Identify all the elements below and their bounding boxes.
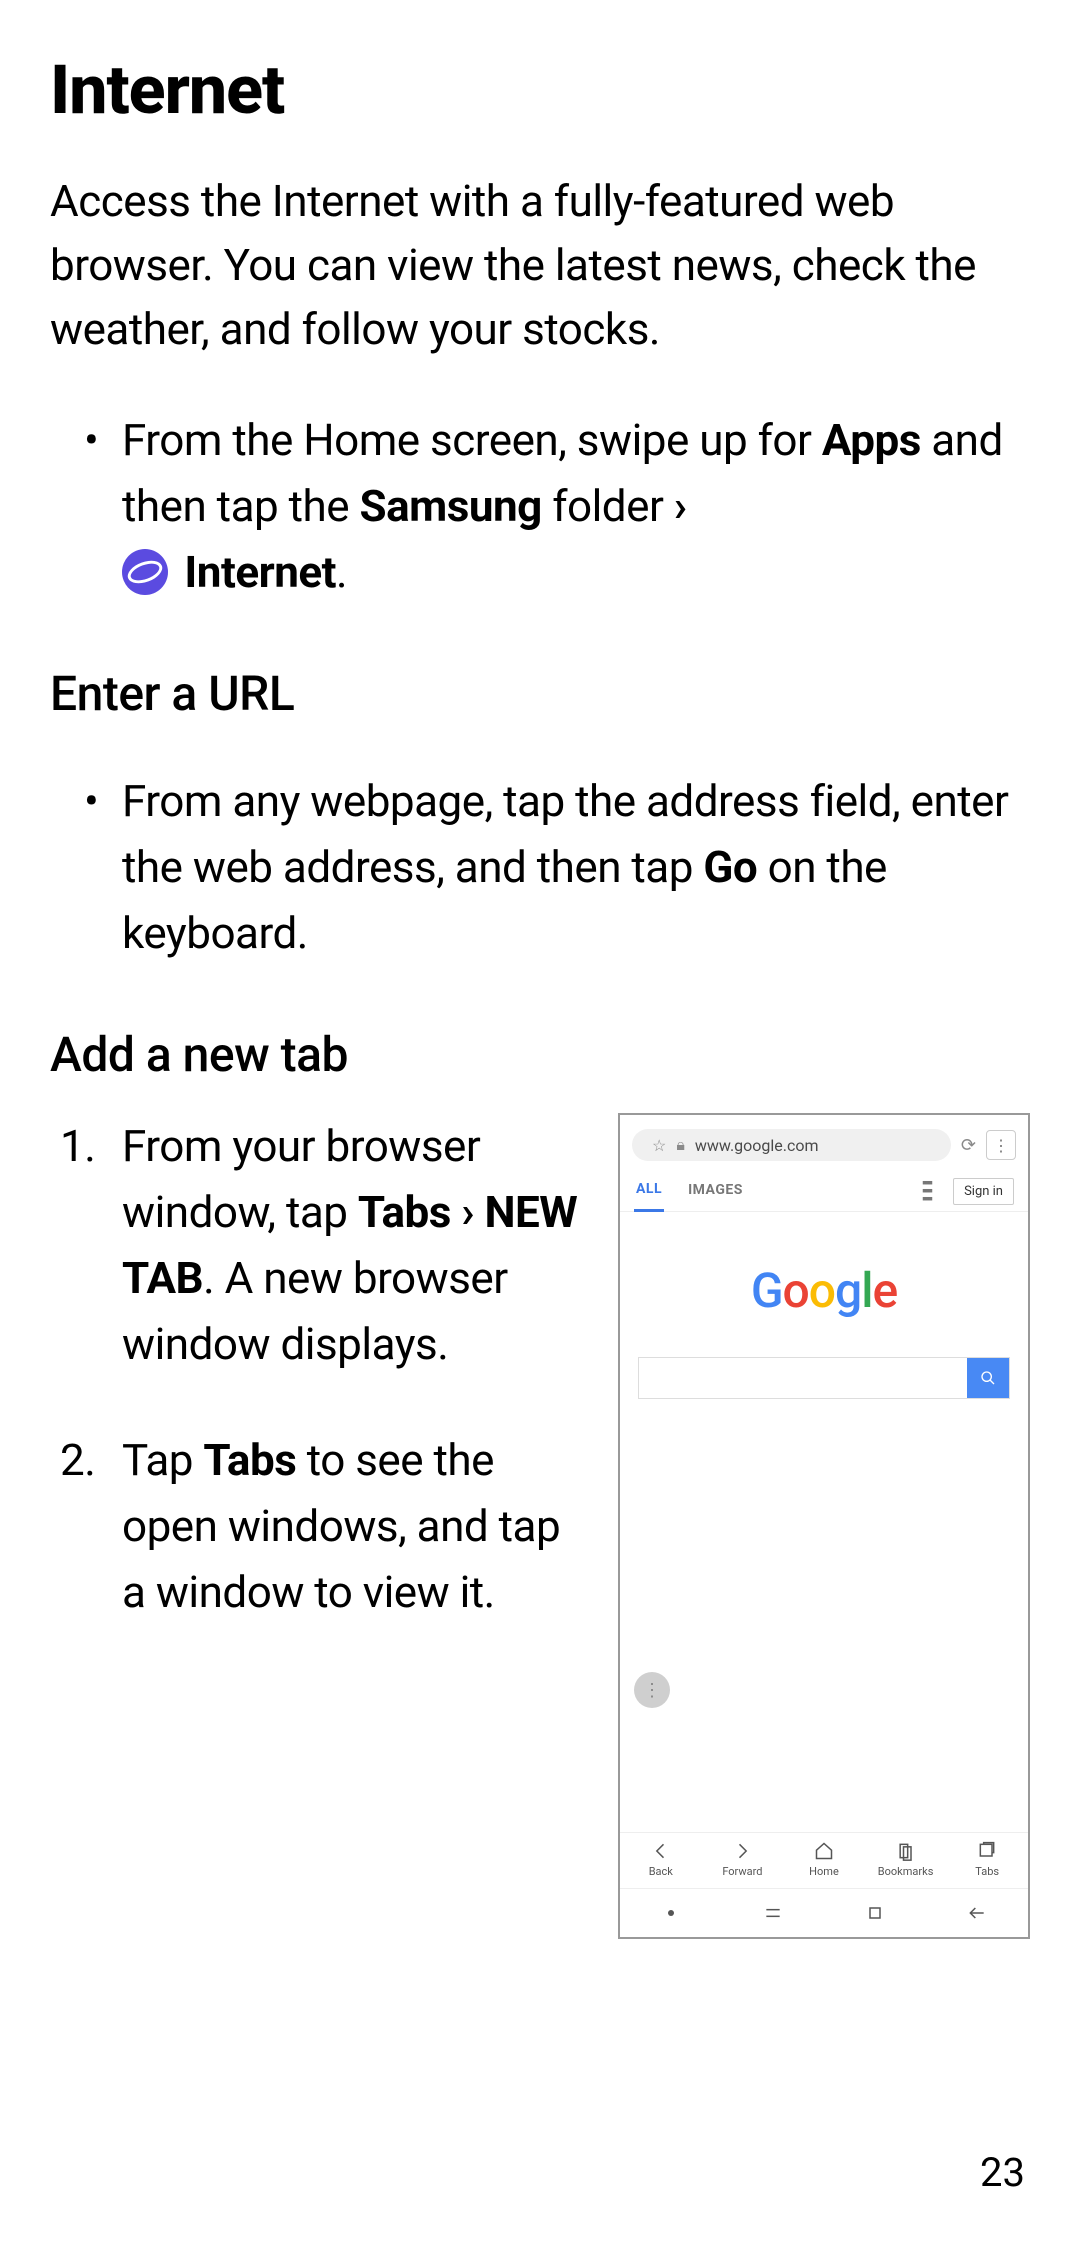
- android-nav-bar: [620, 1888, 1028, 1937]
- tab-all[interactable]: ALL: [634, 1171, 664, 1212]
- text: Tap: [122, 1434, 203, 1486]
- go-label: Go: [703, 841, 757, 893]
- recents-icon: [763, 1903, 783, 1923]
- chevron-left-icon: [651, 1841, 671, 1861]
- nav-back[interactable]: [926, 1903, 1028, 1923]
- text: From the Home screen, swipe up for: [122, 414, 822, 466]
- url-text: www.google.com: [695, 1136, 819, 1155]
- chevron-right-icon: [732, 1841, 752, 1861]
- lock-icon: 🔒︎: [676, 1135, 685, 1155]
- reload-icon[interactable]: ⟳: [961, 1135, 976, 1156]
- bookmarks-icon: [896, 1841, 916, 1861]
- back-nav-icon: [967, 1903, 987, 1923]
- back-label: Back: [649, 1865, 673, 1878]
- star-icon: ☆: [652, 1136, 666, 1155]
- bookmarks-label: Bookmarks: [878, 1865, 934, 1878]
- home-nav-icon: [865, 1903, 885, 1923]
- bookmarks-button[interactable]: Bookmarks: [865, 1841, 947, 1878]
- address-bar[interactable]: ☆ 🔒︎ www.google.com: [632, 1129, 951, 1161]
- intro-paragraph: Access the Internet with a fully-feature…: [50, 170, 1030, 361]
- text: folder: [542, 480, 674, 532]
- nav-notification[interactable]: [620, 1903, 722, 1923]
- tabs-icon: [977, 1841, 997, 1861]
- browser-bottom-toolbar: Back Forward Home Bookmarks Tabs: [620, 1832, 1028, 1888]
- step-2: Tap Tabs to see the open windows, and ta…: [122, 1427, 578, 1625]
- tabs-label: Tabs: [358, 1186, 451, 1238]
- chevron-icon: ›: [451, 1186, 485, 1238]
- back-button[interactable]: Back: [620, 1841, 702, 1878]
- google-search-bar[interactable]: [638, 1357, 1010, 1399]
- samsung-label: Samsung: [360, 480, 542, 532]
- nav-home[interactable]: [824, 1903, 926, 1923]
- tabs-button[interactable]: Tabs: [946, 1841, 1028, 1878]
- chevron-icon: ›: [674, 480, 687, 532]
- step-1: From your browser window, tap Tabs › NEW…: [122, 1113, 578, 1377]
- home-icon: [814, 1841, 834, 1861]
- sign-in-button[interactable]: Sign in: [953, 1178, 1014, 1205]
- internet-app-icon: [122, 549, 168, 595]
- page-number: 23: [980, 2149, 1025, 2196]
- instruction-bullet-1: From the Home screen, swipe up for Apps …: [122, 407, 1030, 605]
- more-options-button[interactable]: ⋮: [986, 1130, 1016, 1160]
- browser-screenshot: ☆ 🔒︎ www.google.com ⟳ ⋮ ALL IMAGES ▪▪▪▪▪…: [618, 1113, 1030, 1939]
- subheading-add-tab: Add a new tab: [50, 1026, 1030, 1083]
- page-title: Internet: [50, 50, 1030, 130]
- tabs-label: Tabs: [203, 1434, 296, 1486]
- apps-label: Apps: [822, 414, 921, 466]
- search-button[interactable]: [967, 1358, 1009, 1398]
- internet-label: Internet: [174, 546, 336, 598]
- search-input[interactable]: [639, 1358, 967, 1398]
- nav-recents[interactable]: [722, 1903, 824, 1923]
- home-button[interactable]: Home: [783, 1841, 865, 1878]
- forward-label: Forward: [722, 1865, 762, 1878]
- tab-images[interactable]: IMAGES: [686, 1172, 745, 1210]
- apps-grid-icon[interactable]: ▪▪▪▪▪▪▪▪▪: [922, 1179, 931, 1203]
- forward-button[interactable]: Forward: [702, 1841, 784, 1878]
- subheading-enter-url: Enter a URL: [50, 665, 1030, 722]
- search-icon: [980, 1370, 996, 1386]
- instruction-bullet-2: From any webpage, tap the address field,…: [122, 768, 1030, 966]
- home-label: Home: [809, 1865, 839, 1878]
- google-logo: Google: [751, 1262, 897, 1319]
- dot-icon: [668, 1910, 674, 1916]
- text: .: [336, 546, 347, 598]
- tabs-label: Tabs: [975, 1865, 999, 1878]
